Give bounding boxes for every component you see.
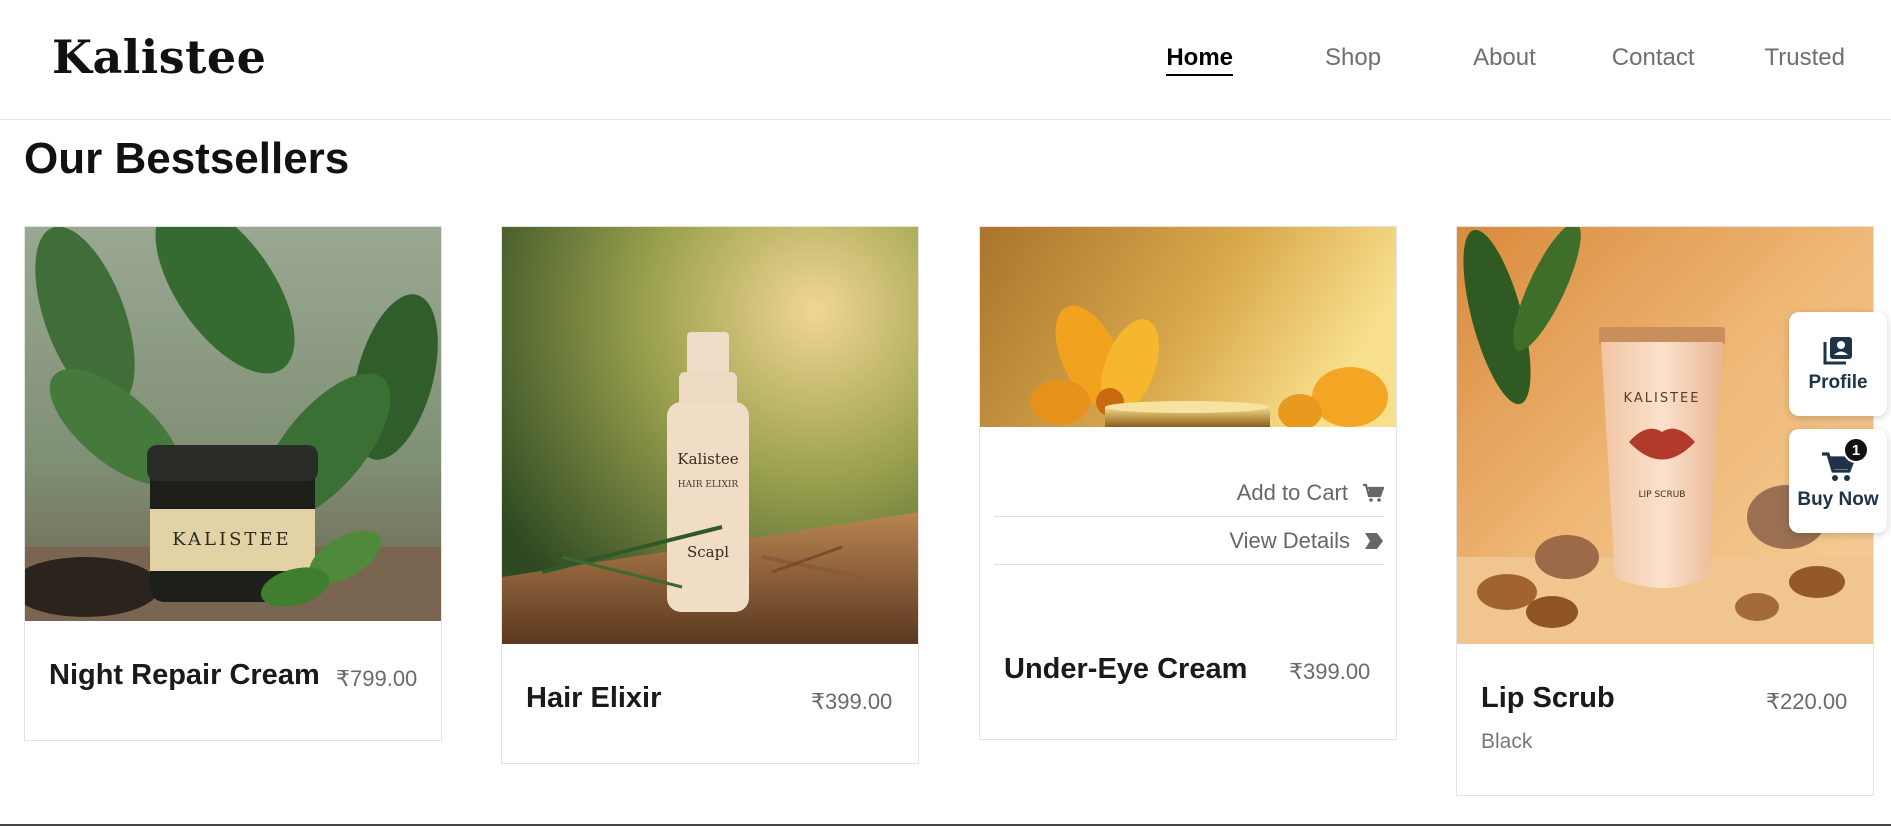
product-name[interactable]: Lip Scrub [1481, 682, 1615, 715]
nav-about[interactable]: About [1473, 44, 1536, 76]
add-to-cart-label: Add to Cart [1236, 479, 1348, 505]
nav-home[interactable]: Home [1166, 44, 1234, 76]
cream-jar-image[interactable]: KALISTEE [25, 227, 441, 621]
site-header: Kalistee Home Shop About Contact Trusted [0, 0, 1891, 120]
bottle-foot: Scapl [687, 543, 729, 561]
product-name[interactable]: Under-Eye Cream [1004, 653, 1247, 686]
product-name[interactable]: Night Repair Cream [49, 659, 320, 692]
product-info: Lip Scrub ₹220.00 Black [1457, 644, 1873, 796]
nav-trusted[interactable]: Trusted [1765, 44, 1845, 76]
product-info: Night Repair Cream ₹799.00 [25, 621, 441, 742]
profile-label: Profile [1808, 372, 1868, 393]
add-to-cart-link[interactable]: Add to Cart [994, 469, 1384, 517]
cart-count-badge: 1 [1843, 437, 1869, 463]
tag-arrow-icon [1365, 532, 1383, 549]
jar-label: KALISTEE [172, 529, 291, 550]
nav-shop[interactable]: Shop [1325, 44, 1381, 76]
bottle-label: Kalistee [677, 450, 738, 468]
profile-icon [1823, 337, 1852, 365]
bottle-sub: HAIR ELIXIR [678, 480, 739, 490]
eye-cream-image[interactable] [980, 227, 1396, 427]
product-price: ₹799.00 [336, 666, 418, 691]
product-price: ₹399.00 [1289, 659, 1371, 684]
profile-button[interactable]: Profile [1789, 312, 1887, 416]
brand-logo[interactable]: Kalistee [52, 30, 266, 84]
product-variant: Black [1481, 730, 1533, 753]
nav-contact[interactable]: Contact [1612, 44, 1695, 76]
product-price: ₹220.00 [1766, 689, 1848, 714]
view-details-link[interactable]: View Details [994, 517, 1384, 565]
buy-now-button[interactable]: 1 Buy Now [1789, 429, 1887, 533]
product-info: Add to Cart View Details Under-Eye Cream… [980, 427, 1396, 739]
cart-icon [1363, 483, 1384, 502]
product-card-under-eye-cream[interactable]: Add to Cart View Details Under-Eye Cream… [979, 226, 1397, 740]
serum-bottle-image[interactable]: Kalistee HAIR ELIXIR Scapl [502, 227, 918, 644]
product-card-hair-elixir[interactable]: Kalistee HAIR ELIXIR Scapl Hair Elixir ₹… [501, 226, 919, 764]
buy-now-label: Buy Now [1797, 489, 1879, 510]
tube-sub: LIP SCRUB [1639, 490, 1686, 500]
product-card-night-repair-cream[interactable]: KALISTEE Night Repair Cream ₹799.00 [24, 226, 442, 741]
product-price: ₹399.00 [811, 689, 893, 714]
view-details-label: View Details [1229, 527, 1350, 553]
section-title: Our Bestsellers [24, 134, 350, 183]
tube-label: KALISTEE [1624, 391, 1701, 406]
product-name[interactable]: Hair Elixir [526, 682, 661, 715]
main-nav: Home Shop About Contact Trusted [1166, 44, 1845, 76]
product-info: Hair Elixir ₹399.00 [502, 644, 918, 765]
